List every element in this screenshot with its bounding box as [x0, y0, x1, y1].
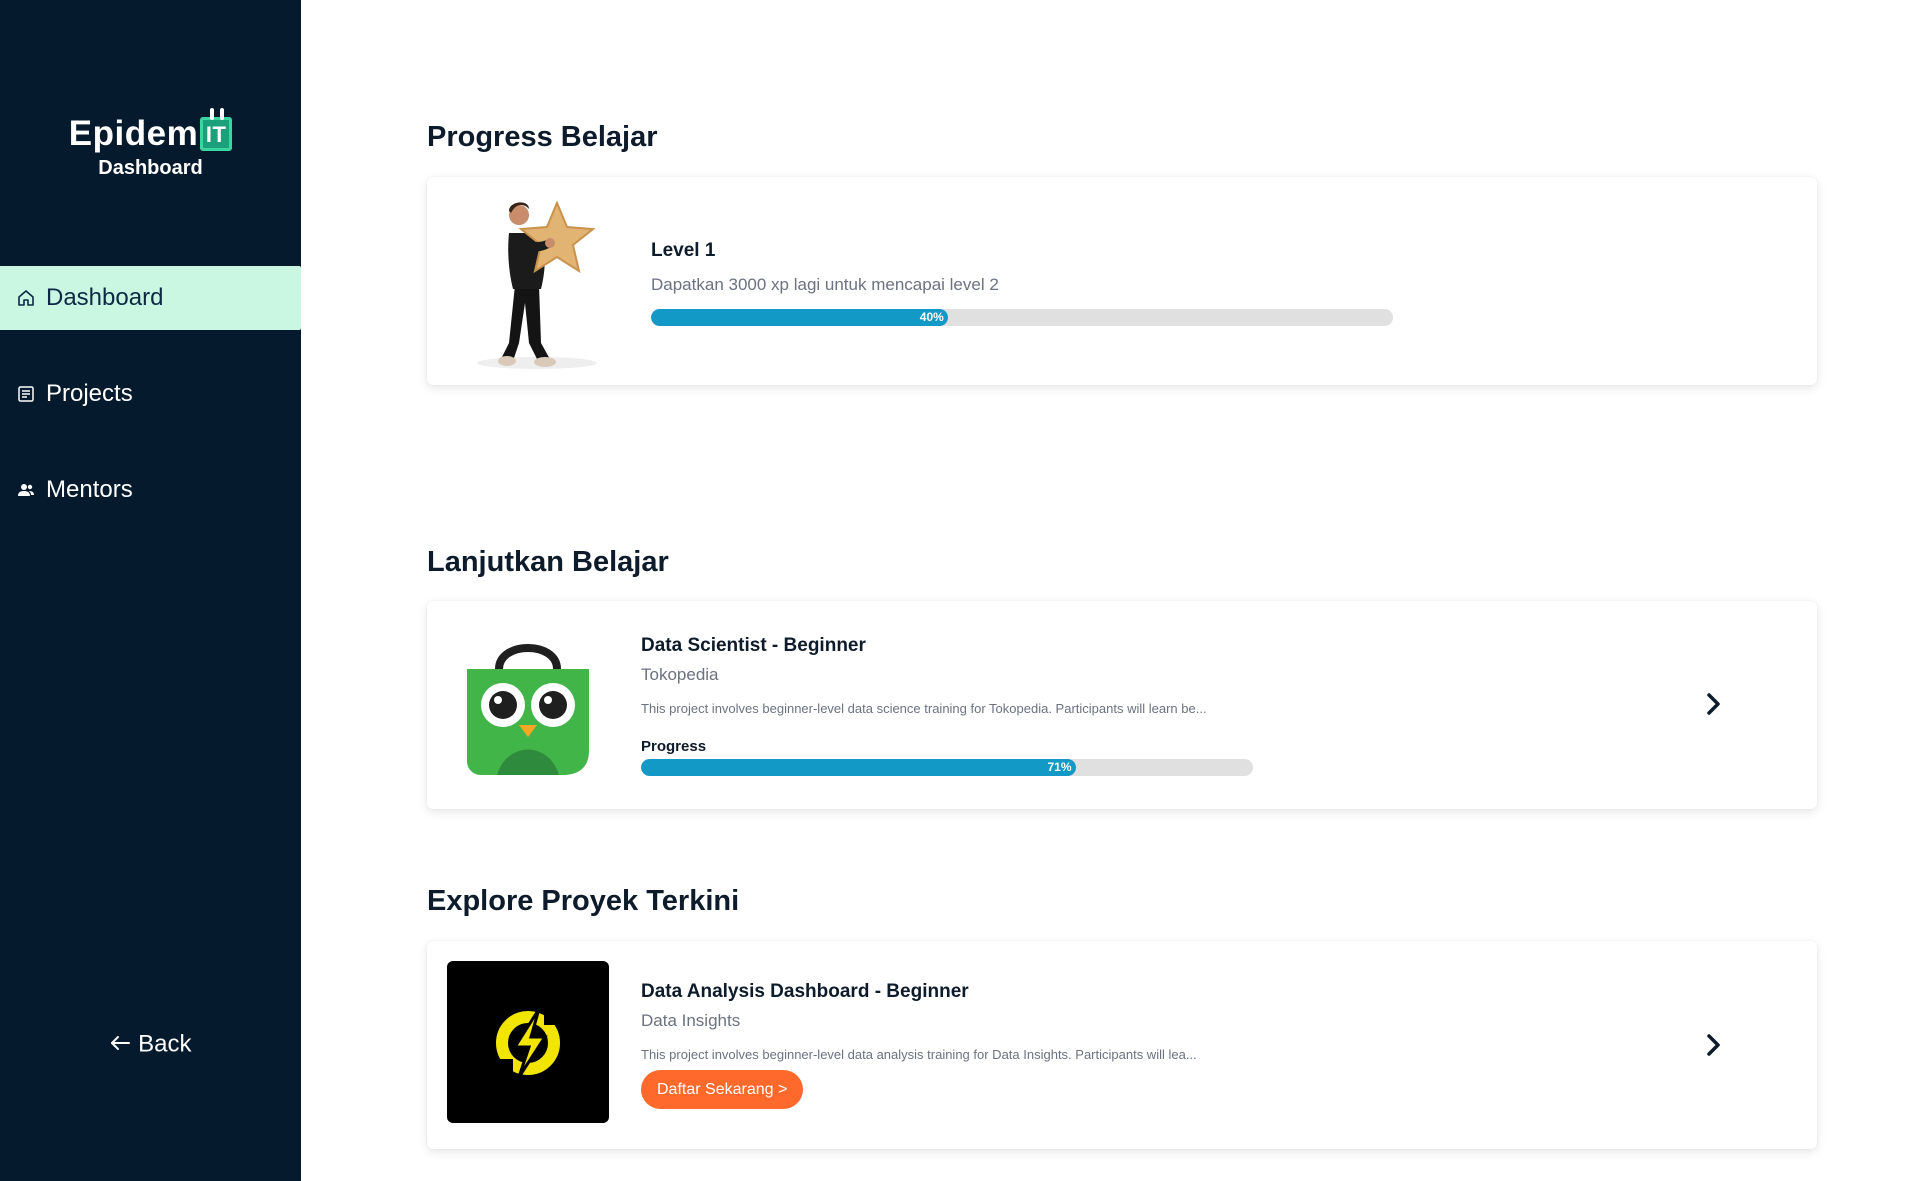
course-progress-fill: 71% — [641, 759, 1076, 776]
logo-mark: IT — [200, 108, 233, 151]
sidebar-item-label: Mentors — [46, 476, 133, 503]
course-description: This project involves beginner-level dat… — [641, 701, 1207, 716]
level-progress-fill: 40% — [651, 309, 948, 326]
sidebar-item-mentors[interactable]: Mentors — [0, 458, 301, 522]
section-title-continue: Lanjutkan Belajar — [427, 546, 669, 578]
main-content: Progress Belajar Level 1 Dapatkan 3000 x… — [301, 0, 1920, 1181]
logo[interactable]: Epidem IT — [68, 108, 233, 153]
chevron-right-icon[interactable] — [1699, 690, 1727, 718]
back-button[interactable]: Back — [0, 1030, 301, 1059]
course-card[interactable]: Data Scientist - Beginner Tokopedia This… — [427, 601, 1817, 809]
sidebar-item-label: Dashboard — [46, 284, 164, 311]
sidebar-nav: Dashboard Projects Mentors — [0, 266, 301, 554]
sidebar-item-label: Projects — [46, 380, 133, 407]
project-company: Data Insights — [641, 1011, 741, 1030]
plug-prong — [220, 108, 225, 120]
project-title: Data Analysis Dashboard - Beginner — [641, 981, 969, 1002]
chevron-right-icon[interactable] — [1699, 1031, 1727, 1059]
data-insights-logo — [447, 961, 609, 1123]
level-title: Level 1 — [651, 240, 716, 261]
document-icon — [16, 384, 36, 404]
back-label: Back — [138, 1030, 192, 1058]
arrow-left-icon — [109, 1031, 138, 1058]
project-card[interactable]: Data Analysis Dashboard - Beginner Data … — [427, 941, 1817, 1149]
character-star-illustration — [457, 193, 617, 371]
course-progress-bar: 71% — [641, 759, 1253, 776]
sidebar: Epidem IT Dashboard Dashboard Projects M… — [0, 0, 301, 1181]
home-icon — [16, 288, 36, 308]
course-company: Tokopedia — [641, 665, 719, 684]
logo-mark-text: IT — [205, 122, 227, 147]
sidebar-item-projects[interactable]: Projects — [0, 362, 301, 426]
project-description: This project involves beginner-level dat… — [641, 1047, 1197, 1062]
app: Epidem IT Dashboard Dashboard Projects M… — [0, 0, 1920, 1181]
brand-subtitle: Dashboard — [98, 157, 203, 179]
level-description: Dapatkan 3000 xp lagi untuk mencapai lev… — [651, 275, 999, 294]
level-progress-bar: 40% — [651, 309, 1393, 326]
section-title-progress: Progress Belajar — [427, 121, 658, 153]
tokopedia-logo — [447, 621, 609, 783]
course-progress-label: Progress — [641, 738, 707, 755]
sidebar-item-dashboard[interactable]: Dashboard — [0, 266, 301, 330]
course-title: Data Scientist - Beginner — [641, 635, 866, 656]
progress-card: Level 1 Dapatkan 3000 xp lagi untuk menc… — [427, 177, 1817, 385]
logo-text: Epidem — [68, 114, 199, 153]
section-title-explore: Explore Proyek Terkini — [427, 885, 740, 917]
users-icon — [16, 480, 36, 500]
register-now-button[interactable]: Daftar Sekarang > — [641, 1070, 804, 1109]
brand: Epidem IT Dashboard — [0, 108, 301, 180]
plug-prong — [210, 108, 215, 120]
